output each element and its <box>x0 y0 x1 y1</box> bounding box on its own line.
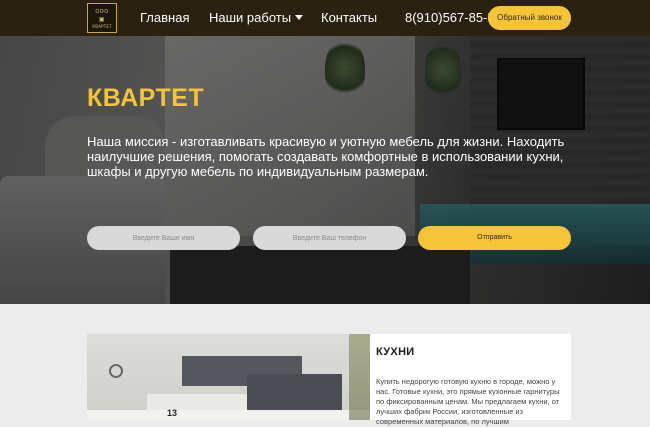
hero-brand-title: КВАРТЕТ <box>87 84 205 112</box>
nav-link-home[interactable]: Главная <box>140 10 189 25</box>
hero-banner: КВАРТЕТ Наша миссия - изготавливать крас… <box>0 36 650 304</box>
logo-text-bottom: КВАРТЕТ <box>92 24 112 29</box>
phone-input[interactable] <box>253 226 406 250</box>
name-input[interactable] <box>87 226 240 250</box>
kitchen-card[interactable]: 13 КУХНИ Купить недорогую готовую кухню … <box>87 334 571 426</box>
kitchen-plant <box>349 334 370 420</box>
logo-text-top: ООО <box>95 9 109 15</box>
nav-link-works-label: Наши работы <box>209 10 292 25</box>
kitchen-counter <box>87 410 370 420</box>
kitchen-image: 13 <box>87 334 370 420</box>
logo-emblem-icon: ▣ <box>98 16 106 23</box>
chevron-down-icon <box>295 15 304 20</box>
kitchen-title: КУХНИ <box>376 346 415 358</box>
hero-mission-text: Наша миссия - изготавливать красивую и у… <box>87 134 565 179</box>
top-navbar: ООО ▣ КВАРТЕТ Главная Наши работы Контак… <box>0 0 650 36</box>
submit-button[interactable]: Отправить <box>418 226 571 250</box>
callback-button[interactable]: Обратный звонок <box>488 6 571 30</box>
nav-link-contacts[interactable]: Контакты <box>321 10 377 25</box>
kitchen-image-number: 13 <box>167 408 178 418</box>
clock-icon <box>109 364 123 378</box>
products-section: 13 КУХНИ Купить недорогую готовую кухню … <box>0 304 650 426</box>
nav-link-works[interactable]: Наши работы <box>209 10 304 25</box>
company-logo[interactable]: ООО ▣ КВАРТЕТ <box>87 3 117 33</box>
